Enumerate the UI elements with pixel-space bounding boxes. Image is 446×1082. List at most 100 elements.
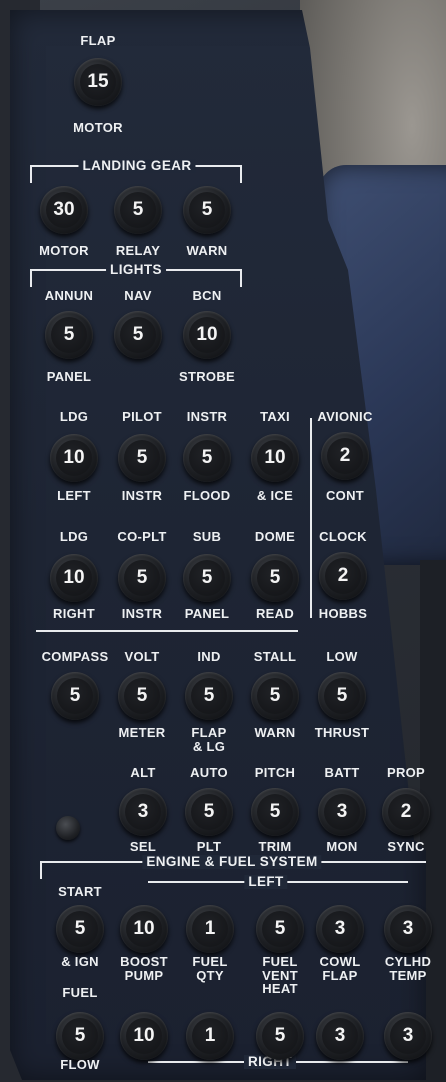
lights-row2-2-top-label: INSTR	[186, 409, 228, 424]
avionics-divider	[310, 418, 312, 618]
engine-row2-4-breaker[interactable]: 3	[316, 1012, 364, 1060]
lights-row1-0-breaker[interactable]: 5	[45, 311, 93, 359]
clock-bottom-label: HOBBS	[318, 606, 368, 621]
clock-top-label: CLOCK	[319, 529, 367, 544]
lights-row3-3-breaker[interactable]: 5	[251, 554, 299, 602]
landing-gear-breaker-relay[interactable]: 5	[114, 186, 162, 234]
systems-4-top-label: PROP	[386, 765, 426, 780]
lights-row2-2-breaker[interactable]: 5	[183, 434, 231, 482]
breaker-rating: 15	[87, 71, 109, 92]
instruments-0-breaker[interactable]: 5	[51, 672, 99, 720]
instruments-1-breaker[interactable]: 5	[118, 672, 166, 720]
instruments-4-top-label: LOW	[326, 649, 358, 664]
lights-row2-0-breaker[interactable]: 10	[50, 434, 98, 482]
lights-row3-1-top-label: CO-PLT	[117, 529, 167, 544]
breaker-rating: 2	[339, 445, 351, 466]
engine-row1-2-bottom-label: FUEL QTY	[192, 954, 228, 983]
breaker-rating: 5	[336, 685, 348, 706]
systems-2-top-label: PITCH	[254, 765, 296, 780]
instruments-4-breaker[interactable]: 5	[318, 672, 366, 720]
lights-row2-2-bottom-label: FLOOD	[183, 488, 231, 503]
systems-4-breaker[interactable]: 2	[382, 788, 430, 836]
systems-1-breaker[interactable]: 5	[185, 788, 233, 836]
lights-row3-1-breaker[interactable]: 5	[118, 554, 166, 602]
landing-gear-label-relay: RELAY	[115, 243, 161, 258]
breaker-rating: 5	[203, 685, 215, 706]
breaker-rating: 3	[336, 801, 348, 822]
flap-motor-label: MOTOR	[73, 120, 123, 135]
breaker-rating: 5	[136, 685, 148, 706]
lights-row3-1-bottom-label: INSTR	[121, 606, 163, 621]
lights-row1-0-top-label: ANNUN	[44, 288, 94, 303]
engine-row1-0-top-label: START	[58, 884, 102, 899]
breaker-rating: 3	[137, 801, 149, 822]
engine-row1-4-breaker[interactable]: 3	[316, 905, 364, 953]
engine-row1-1-breaker[interactable]: 10	[120, 905, 168, 953]
engine-row2-5-breaker[interactable]: 3	[384, 1012, 432, 1060]
lights-section-divider	[36, 630, 298, 632]
systems-0-top-label: ALT	[130, 765, 156, 780]
engine-row2-3-breaker[interactable]: 5	[256, 1012, 304, 1060]
breaker-rating: 10	[63, 447, 85, 468]
engine-row1-0-bottom-label: & IGN	[61, 954, 99, 969]
engine-fuel-bracket-left	[40, 861, 42, 879]
breaker-rating: 5	[201, 199, 213, 220]
systems-2-breaker[interactable]: 5	[251, 788, 299, 836]
breaker-rating: 5	[269, 685, 281, 706]
breaker-rating: 1	[204, 918, 216, 939]
landing-gear-title: LANDING GEAR	[78, 159, 196, 173]
lights-row2-3-top-label: TAXI	[260, 409, 290, 424]
clock-hobbs-breaker[interactable]: 2	[319, 552, 367, 600]
engine-row2-0-breaker[interactable]: 5	[56, 1012, 104, 1060]
landing-gear-bracket-left	[30, 165, 32, 183]
instruments-2-breaker[interactable]: 5	[185, 672, 233, 720]
breaker-rating: 2	[337, 565, 349, 586]
panel-knob-icon[interactable]	[56, 816, 80, 840]
lights-row1-0-bottom-label: PANEL	[46, 369, 92, 384]
landing-gear-label-warn: WARN	[186, 243, 228, 258]
breaker-rating: 5	[136, 447, 148, 468]
flap-motor-breaker[interactable]: 15	[74, 58, 122, 106]
lights-row2-3-breaker[interactable]: 10	[251, 434, 299, 482]
lights-row2-1-top-label: PILOT	[122, 409, 162, 424]
instruments-2-top-label: IND	[197, 649, 221, 664]
lights-row3-2-breaker[interactable]: 5	[183, 554, 231, 602]
breaker-rating: 5	[269, 567, 281, 588]
landing-gear-breaker-warn[interactable]: 5	[183, 186, 231, 234]
instruments-4-bottom-label: THRUST	[314, 725, 370, 740]
systems-3-breaker[interactable]: 3	[318, 788, 366, 836]
breaker-rating: 3	[334, 1025, 346, 1046]
breaker-rating: 1	[204, 1025, 216, 1046]
instruments-0-top-label: COMPASS	[41, 649, 109, 664]
landing-gear-breaker-motor[interactable]: 30	[40, 186, 88, 234]
lights-row3-2-top-label: SUB	[192, 529, 222, 544]
systems-0-bottom-label: SEL	[129, 839, 157, 854]
lights-row2-3-bottom-label: & ICE	[256, 488, 294, 503]
instruments-3-bottom-label: WARN	[254, 725, 296, 740]
engine-row1-2-breaker[interactable]: 1	[186, 905, 234, 953]
engine-row1-1-bottom-label: BOOST PUMP	[120, 954, 168, 983]
lights-row1-2-top-label: BCN	[192, 288, 222, 303]
breaker-rating: 10	[63, 567, 85, 588]
systems-1-bottom-label: PLT	[196, 839, 222, 854]
avionics-bottom-label: CONT	[325, 488, 365, 503]
systems-0-breaker[interactable]: 3	[119, 788, 167, 836]
lights-row1-1-breaker[interactable]: 5	[114, 311, 162, 359]
engine-row1-0-breaker[interactable]: 5	[56, 905, 104, 953]
lights-row1-2-breaker[interactable]: 10	[183, 311, 231, 359]
instruments-3-breaker[interactable]: 5	[251, 672, 299, 720]
engine-row1-5-breaker[interactable]: 3	[384, 905, 432, 953]
left-engine-label: LEFT	[244, 875, 288, 889]
avionics-cont-breaker[interactable]: 2	[321, 432, 369, 480]
lights-row2-1-breaker[interactable]: 5	[118, 434, 166, 482]
lights-row3-0-breaker[interactable]: 10	[50, 554, 98, 602]
engine-row2-2-breaker[interactable]: 1	[186, 1012, 234, 1060]
engine-row1-3-breaker[interactable]: 5	[256, 905, 304, 953]
lights-row1-1-top-label: NAV	[124, 288, 152, 303]
engine-row2-1-breaker[interactable]: 10	[120, 1012, 168, 1060]
engine-row2-0-bottom-label: FLOW	[60, 1057, 100, 1072]
lights-row3-0-bottom-label: RIGHT	[53, 606, 95, 621]
breaker-rating: 5	[201, 567, 213, 588]
lights-row3-3-bottom-label: READ	[255, 606, 295, 621]
breaker-rating: 5	[274, 918, 286, 939]
